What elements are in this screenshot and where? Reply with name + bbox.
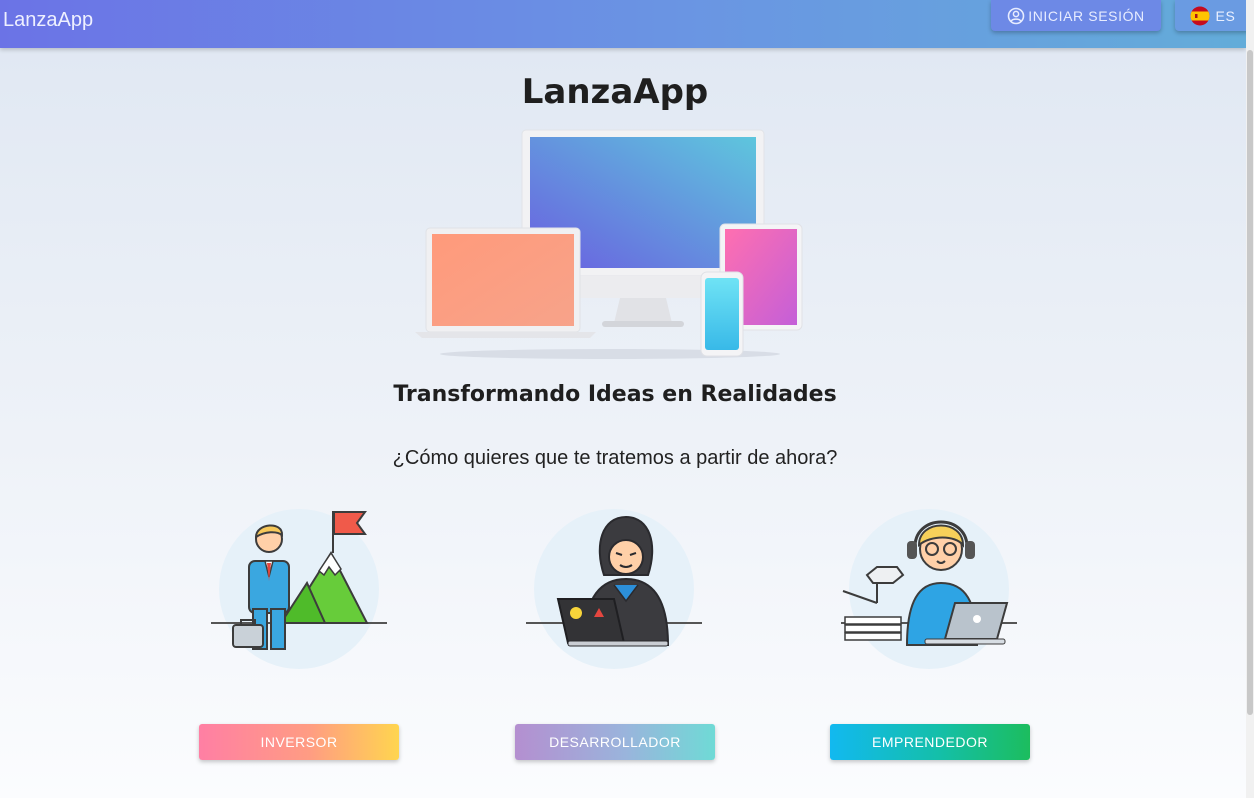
brand-link[interactable]: LanzaApp (3, 9, 93, 32)
scrollbar-thumb[interactable] (1247, 50, 1253, 715)
investor-illustration (211, 509, 387, 669)
developer-illustration (526, 509, 702, 669)
login-button[interactable]: INICIAR SESIÓN (991, 0, 1161, 31)
role-button-emprendedor[interactable]: EMPRENDEDOR (830, 724, 1030, 760)
language-label: ES (1215, 7, 1236, 24)
devices-hero-image (415, 129, 803, 359)
role-question: ¿Cómo quieres que te tratemos a partir d… (392, 447, 838, 469)
login-button-label: INICIAR SESIÓN (1028, 7, 1145, 24)
spain-flag-icon (1190, 6, 1210, 25)
page-scrollbar[interactable] (1246, 0, 1254, 798)
role-button-desarrollador[interactable]: DESARROLLADOR (515, 724, 715, 760)
user-circle-icon (1007, 7, 1025, 24)
entrepreneur-illustration (841, 509, 1017, 669)
page-subtitle: Transformando Ideas en Realidades (393, 382, 837, 407)
role-button-inversor[interactable]: INVERSOR (199, 724, 399, 760)
language-selector-button[interactable]: ES (1175, 0, 1250, 31)
top-navbar: LanzaApp INICIAR SESIÓN ES (0, 0, 1250, 48)
page-title: LanzaApp (521, 72, 709, 112)
